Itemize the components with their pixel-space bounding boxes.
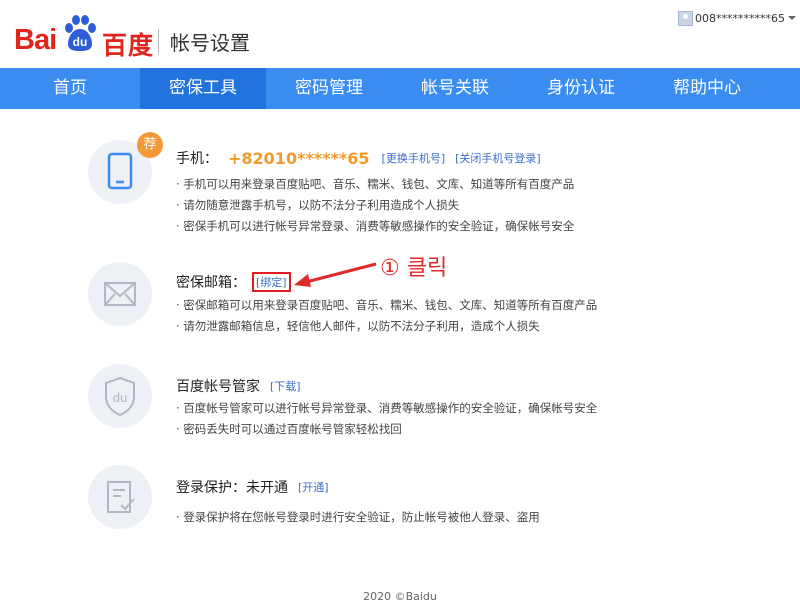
header: Bai du 百度 帐号设置 008**********65: [0, 0, 800, 68]
logo-text-cn: 百度: [102, 31, 155, 60]
logo-text-bai: Bai: [14, 24, 57, 56]
bind-highlight-box: [绑定]: [252, 272, 291, 292]
phone-desc-1: · 手机可以用来登录百度贴吧、音乐、糯米、钱包、文库、知道等所有百度产品: [176, 177, 575, 191]
enable-login-protect-link[interactable]: [开通]: [298, 479, 329, 495]
chevron-down-icon: [788, 16, 796, 20]
footer-copyright: 2020 ©Baidu: [363, 590, 437, 603]
phone-desc-2: · 请勿随意泄露手机号，以防不法分子利用造成个人损失: [176, 198, 460, 212]
manager-row-title: 百度帐号管家 [下载]: [176, 376, 311, 396]
manager-icon-circle: du: [88, 364, 152, 428]
nav-item-security-tools[interactable]: 密保工具: [140, 68, 266, 109]
user-menu[interactable]: 008**********65: [678, 10, 796, 26]
login-protect-icon-circle: [88, 465, 152, 529]
login-protect-label: 登录保护：未开通: [176, 480, 288, 496]
login-protect-section: 登录保护：未开通 [开通] · 登录保护将在您帐号登录时进行安全验证，防止帐号被…: [88, 465, 688, 535]
manager-desc-2: · 密码丢失时可以通过百度帐号管家轻松找回: [176, 422, 402, 436]
nav-item-help[interactable]: 帮助中心: [644, 68, 770, 109]
header-divider: [158, 29, 159, 55]
email-label: 密保邮箱：: [176, 275, 246, 291]
change-phone-link[interactable]: [更换手机号]: [382, 150, 446, 166]
annotation-arrow-icon: [294, 262, 377, 287]
login-protect-row-title: 登录保护：未开通 [开通]: [176, 477, 339, 497]
shield-icon: du: [105, 376, 135, 417]
username: 008**********65: [695, 11, 785, 25]
recommend-badge: 荐: [137, 132, 163, 158]
phone-label: 手机：: [176, 151, 218, 167]
download-link[interactable]: [下载]: [270, 378, 301, 394]
phone-desc-3: · 密保手机可以进行帐号异常登录、消费等敏感操作的安全验证，确保帐号安全: [176, 219, 575, 233]
manager-label: 百度帐号管家: [176, 379, 260, 395]
main-nav: 首页 密保工具 密码管理 帐号关联 身份认证 帮助中心: [0, 68, 800, 109]
checklist-icon: [107, 481, 135, 513]
avatar: [678, 10, 693, 26]
baidu-logo[interactable]: Bai du 百度: [14, 12, 154, 60]
bind-email-link[interactable]: [绑定]: [256, 276, 287, 289]
account-manager-section: du 百度帐号管家 [下载] · 百度帐号管家可以进行帐号异常登录、消费等敏感操…: [88, 364, 688, 444]
email-row-title: 密保邮箱： [绑定]: [176, 272, 291, 292]
phone-row-title: 手机： +82010******65 [更换手机号] [关闭手机号登录]: [176, 148, 551, 168]
logo-du-text: du: [73, 35, 88, 49]
close-phone-login-link[interactable]: [关闭手机号登录]: [455, 150, 541, 166]
email-desc-1: · 密保邮箱可以用来登录百度贴吧、音乐、糯米、钱包、文库、知道等所有百度产品: [176, 298, 598, 312]
annotation-text: ① 클릭: [380, 256, 448, 281]
nav-item-account-link[interactable]: 帐号关联: [392, 68, 518, 109]
phone-number: +82010******65: [228, 148, 370, 168]
nav-item-password[interactable]: 密码管理: [266, 68, 392, 109]
shield-du-text: du: [113, 390, 127, 405]
nav-item-home[interactable]: 首页: [0, 68, 140, 109]
nav-item-identity[interactable]: 身份认证: [518, 68, 644, 109]
login-protect-desc-1: · 登录保护将在您帐号登录时进行安全验证，防止帐号被他人登录、盗用: [176, 510, 540, 524]
page-title: 帐号设置: [170, 31, 250, 55]
phone-section: 荐 手机： +82010******65 [更换手机号] [关闭手机号登录] ·…: [88, 132, 688, 240]
email-icon-circle: [88, 262, 152, 326]
mail-icon: [104, 282, 136, 306]
email-desc-2: · 请勿泄露邮箱信息，轻信他人邮件，以防不法分子利用，造成个人损失: [176, 319, 540, 333]
manager-desc-1: · 百度帐号管家可以进行帐号异常登录、消费等敏感操作的安全验证，确保帐号安全: [176, 401, 598, 415]
baidu-paw-icon: du: [65, 15, 96, 51]
